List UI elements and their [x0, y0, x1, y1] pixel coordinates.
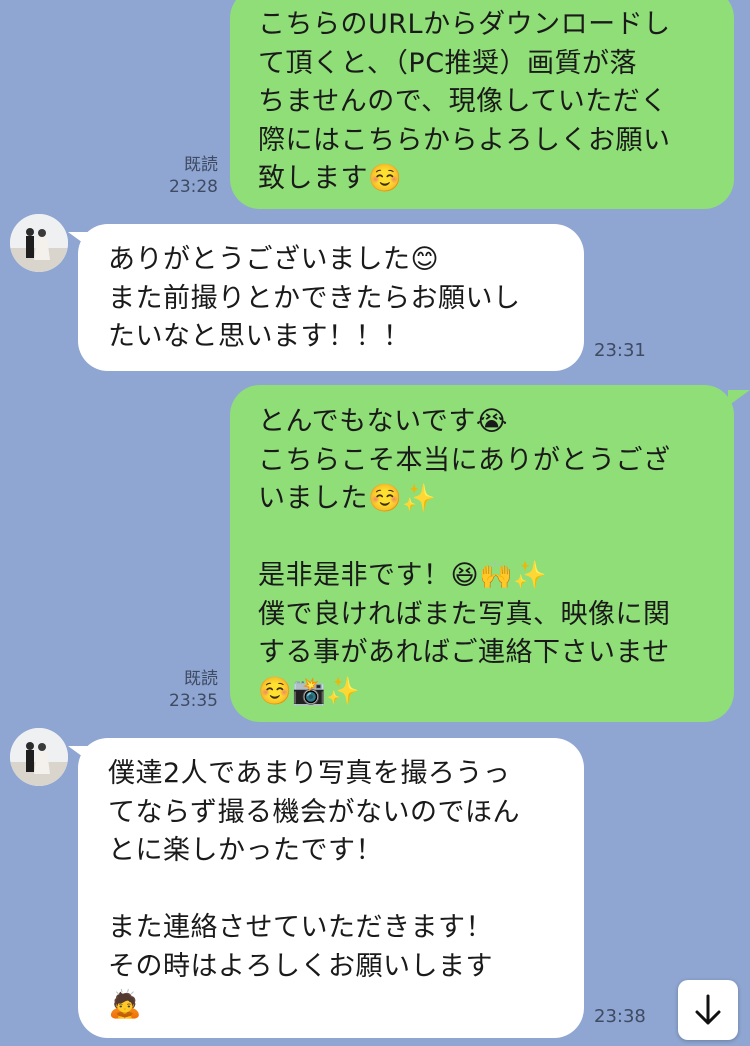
message-time: 23:38: [594, 1006, 646, 1027]
read-receipt: 既読: [184, 669, 218, 689]
chat-area[interactable]: こちらのURLからダウンロードし て頂くと、（PC推奨）画質が落 ちませんので、…: [0, 0, 750, 1046]
contact-avatar[interactable]: [10, 728, 68, 786]
message-bubble-incoming[interactable]: 僕達2人であまり写真を撮ろうっ てならず撮る機会がないのでほん とに楽しかったで…: [78, 738, 584, 1038]
message-time: 23:28: [169, 177, 218, 197]
message-meta: 既読 23:35: [150, 668, 218, 712]
message-time: 23:31: [594, 340, 646, 361]
message-bubble-outgoing[interactable]: とんでもないです😭 こちらこそ本当にありがとうござ いました☺️✨ 是非是非です…: [230, 385, 734, 722]
message-bubble-outgoing[interactable]: こちらのURLからダウンロードし て頂くと、（PC推奨）画質が落 ちませんので、…: [230, 0, 734, 209]
arrow-down-icon: [695, 994, 721, 1025]
contact-avatar[interactable]: [10, 214, 68, 272]
message-bubble-incoming[interactable]: ありがとうございました😊 また前撮りとかできたらお願いし たいなと思います！！！: [78, 224, 584, 371]
message-time: 23:35: [169, 691, 218, 711]
message-meta: 既読 23:28: [150, 154, 218, 198]
scroll-to-bottom-button[interactable]: [678, 980, 738, 1040]
read-receipt: 既読: [184, 155, 218, 175]
